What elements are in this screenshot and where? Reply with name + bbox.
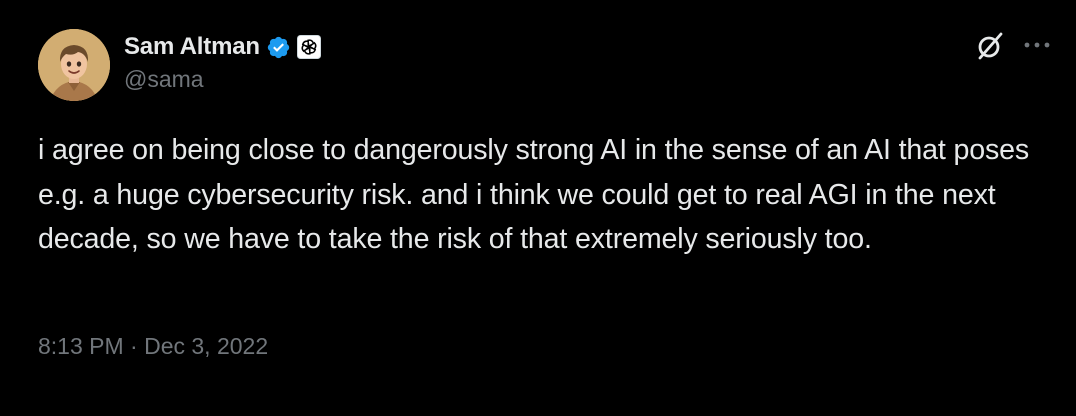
grok-icon[interactable] — [972, 28, 1008, 64]
tweet-text: i agree on being close to dangerously st… — [38, 134, 1030, 255]
author-handle[interactable]: @sama — [124, 66, 204, 93]
verified-badge-icon[interactable] — [266, 35, 291, 60]
author-display-name[interactable]: Sam Altman — [124, 33, 260, 61]
openai-logo-icon[interactable] — [296, 35, 321, 59]
tweet: Sam Altman @sama i agree on being close … — [0, 0, 1076, 416]
avatar[interactable] — [38, 29, 110, 101]
author-name-row: Sam Altman — [124, 30, 321, 64]
more-options-icon[interactable] — [1018, 30, 1056, 60]
tweet-timestamp[interactable]: 8:13 PM · Dec 3, 2022 — [38, 333, 268, 360]
